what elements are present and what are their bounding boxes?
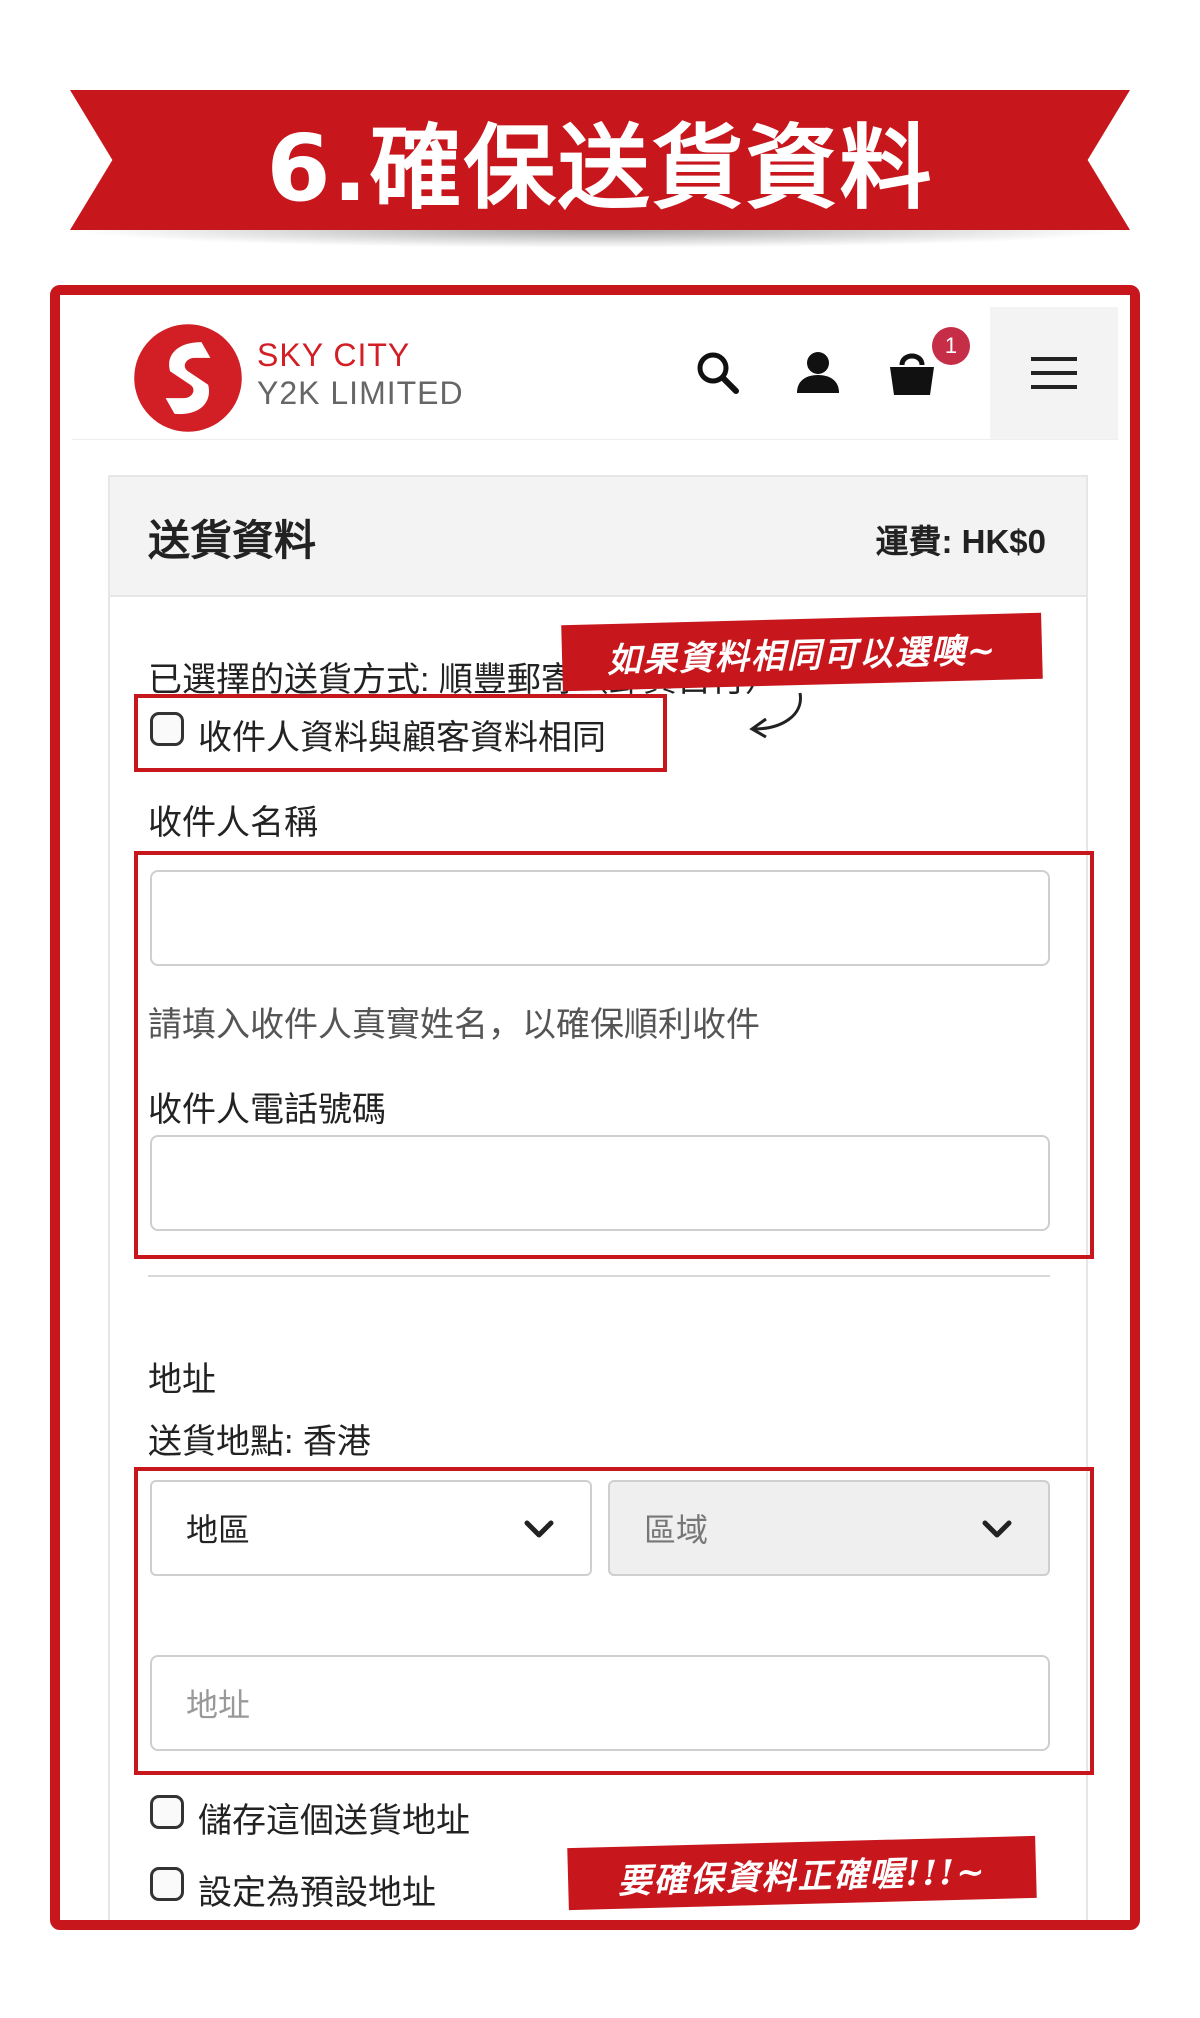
screenshot-frame: SKY CITY Y2K LIMITED 1 送貨資料 運費: HK$0 已選擇… xyxy=(50,285,1140,1930)
curved-arrow-icon xyxy=(749,692,802,739)
set-default-label: 設定為預設地址 xyxy=(198,1874,436,1912)
highlight-recipient-fields xyxy=(134,851,1094,1259)
user-icon[interactable] xyxy=(790,345,846,401)
highlight-address-fields xyxy=(134,1467,1094,1775)
search-icon[interactable] xyxy=(690,345,746,401)
save-address-checkbox[interactable] xyxy=(150,1795,184,1829)
annotation-confirm-info: 要確保資料正確喔!!!~ xyxy=(567,1835,1037,1911)
card-header: 送貨資料 運費: HK$0 xyxy=(110,477,1086,597)
logo-text-line1: SKY CITY xyxy=(257,337,411,373)
logo-text-line2: Y2K LIMITED xyxy=(257,375,464,411)
set-default-checkbox[interactable] xyxy=(150,1867,184,1901)
menu-button[interactable] xyxy=(990,307,1118,439)
annotation-same-info: 如果資料相同可以選噢~ xyxy=(561,612,1043,692)
section-divider xyxy=(148,1275,1050,1277)
logo-mark-icon xyxy=(134,324,242,432)
save-address-label: 儲存這個送貨地址 xyxy=(198,1802,470,1840)
recipient-name-label: 收件人名稱 xyxy=(148,804,318,842)
cart-count-badge: 1 xyxy=(932,327,970,365)
highlight-same-info xyxy=(134,694,667,772)
delivery-location: 送貨地點: 香港 xyxy=(148,1423,371,1461)
address-section-label: 地址 xyxy=(148,1361,216,1399)
hamburger-menu-icon xyxy=(1031,357,1077,389)
bag-icon[interactable] xyxy=(884,345,940,401)
app-header: SKY CITY Y2K LIMITED 1 xyxy=(72,307,1118,440)
card-title: 送貨資料 xyxy=(148,517,317,564)
banner-title: 6.確保送貨資料 xyxy=(266,114,934,222)
shipping-fee: 運費: HK$0 xyxy=(875,523,1046,560)
